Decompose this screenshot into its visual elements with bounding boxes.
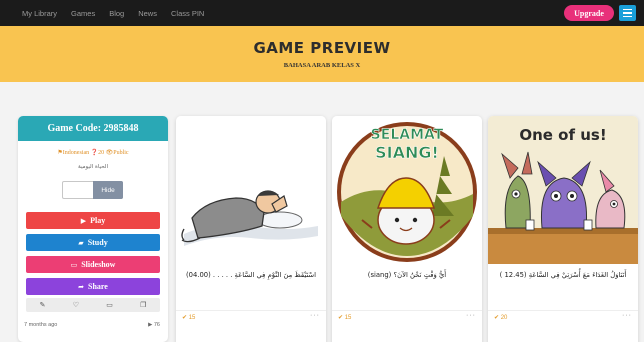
- question-card-1[interactable]: اسْتَيْقَظَ مِنَ النَّوْمِ فِي السَّاعَة…: [176, 116, 326, 342]
- play-count: ▶ 76: [148, 322, 160, 328]
- heart-icon[interactable]: ♡: [73, 301, 79, 309]
- card-score-2-value: 15: [344, 315, 352, 321]
- hide-toggle[interactable]: Hide: [62, 181, 123, 199]
- nav-links: My Library Games Blog News Class PIN: [22, 0, 218, 26]
- created-time: 7 months ago: [24, 322, 58, 328]
- sticker-line-1: SELAMAT: [371, 127, 444, 143]
- monitor-icon: ▭: [70, 260, 78, 269]
- share-button[interactable]: ➦ Share: [26, 278, 160, 295]
- question-card-3[interactable]: One of us! أَتَنَاوَلُ الغَدَاءَ مَعَ أُ…: [488, 116, 638, 342]
- card-footer-3: ✔ 20 ···: [488, 310, 638, 324]
- nav-link-my-library[interactable]: My Library: [22, 9, 57, 18]
- play-icon: ▶: [80, 216, 87, 225]
- nav-link-blog[interactable]: Blog: [109, 9, 124, 18]
- one-of-us-cartoon: One of us!: [488, 116, 638, 264]
- study-label: Study: [87, 238, 108, 247]
- card-score-1: ✔ 15: [182, 315, 196, 321]
- study-button[interactable]: ▰ Study: [26, 234, 160, 251]
- card-score-1-value: 15: [188, 315, 196, 321]
- game-info-panel: Game Code: 2985848 ⚑Indonesian ❓20 👁Publ…: [18, 116, 168, 342]
- more-options-icon[interactable]: ···: [622, 312, 632, 319]
- card-score-2: ✔ 15: [338, 315, 352, 321]
- play-button[interactable]: ▶ Play: [26, 212, 160, 229]
- share-label: Share: [88, 282, 108, 291]
- card-footer-1: ✔ 15 ···: [176, 310, 326, 324]
- hide-button[interactable]: Hide: [93, 181, 123, 199]
- question-card-2[interactable]: SELAMAT SIANG! أَيُّ وَقْتٍ نَحْنُ الآنَ…: [332, 116, 482, 342]
- sleeping-man-illustration: [176, 116, 326, 264]
- upgrade-button[interactable]: Upgrade: [564, 5, 614, 21]
- arabic-title: الحياة اليومية: [78, 164, 108, 170]
- language-label: Indonesian: [62, 150, 90, 156]
- tool-row: ✎ ♡ ▭ ❐: [26, 298, 160, 312]
- folder-icon[interactable]: ▭: [106, 301, 113, 309]
- card-footer-2: ✔ 15 ···: [332, 310, 482, 324]
- visibility-label: Public: [113, 150, 129, 156]
- share-icon: ➦: [78, 282, 84, 291]
- header-banner: Game Preview BAHASA ARAB KELAS X: [0, 26, 644, 82]
- page-title: Game Preview: [253, 39, 391, 57]
- cartoon-caption: One of us!: [519, 126, 606, 144]
- sticker-line-2: SIANG!: [375, 143, 439, 162]
- slideshow-button[interactable]: ▭ Slideshow: [26, 256, 160, 273]
- nav-link-news[interactable]: News: [138, 9, 157, 18]
- copy-icon[interactable]: ❐: [140, 301, 146, 309]
- card-score-3-value: 20: [500, 315, 508, 321]
- edit-icon[interactable]: ✎: [40, 301, 46, 309]
- play-count-value: 76: [153, 322, 160, 328]
- question-count: 20: [98, 150, 105, 156]
- slideshow-label: Slideshow: [81, 260, 116, 269]
- more-options-icon[interactable]: ···: [310, 312, 320, 319]
- play-label: Play: [90, 216, 106, 225]
- book-icon: ▰: [78, 238, 84, 247]
- card-text-2: أَيُّ وَقْتٍ نَحْنُ الآنَ؟ (siang): [367, 270, 447, 279]
- page-subtitle: BAHASA ARAB KELAS X: [283, 62, 361, 69]
- nav-link-games[interactable]: Games: [71, 9, 95, 18]
- nav-link-class-pin[interactable]: Class PIN: [171, 9, 204, 18]
- question-icon: ❓: [90, 150, 99, 156]
- game-meta: ⚑Indonesian ❓20 👁Public: [18, 149, 168, 156]
- game-code: Game Code: 2985848: [18, 116, 168, 141]
- card-text-1: اسْتَيْقَظَ مِنَ النَّوْمِ فِي السَّاعَة…: [186, 270, 317, 279]
- hamburger-icon[interactable]: [619, 5, 636, 21]
- selamat-siang-sticker: SELAMAT SIANG!: [332, 116, 482, 264]
- top-navigation: My Library Games Blog News Class PIN Upg…: [0, 0, 644, 26]
- card-text-3: أَتَنَاوَلُ الغَدَاءَ مَعَ أُسْرَتِيْ فِ…: [499, 270, 627, 279]
- card-score-3: ✔ 20: [494, 315, 508, 321]
- more-options-icon[interactable]: ···: [466, 312, 476, 319]
